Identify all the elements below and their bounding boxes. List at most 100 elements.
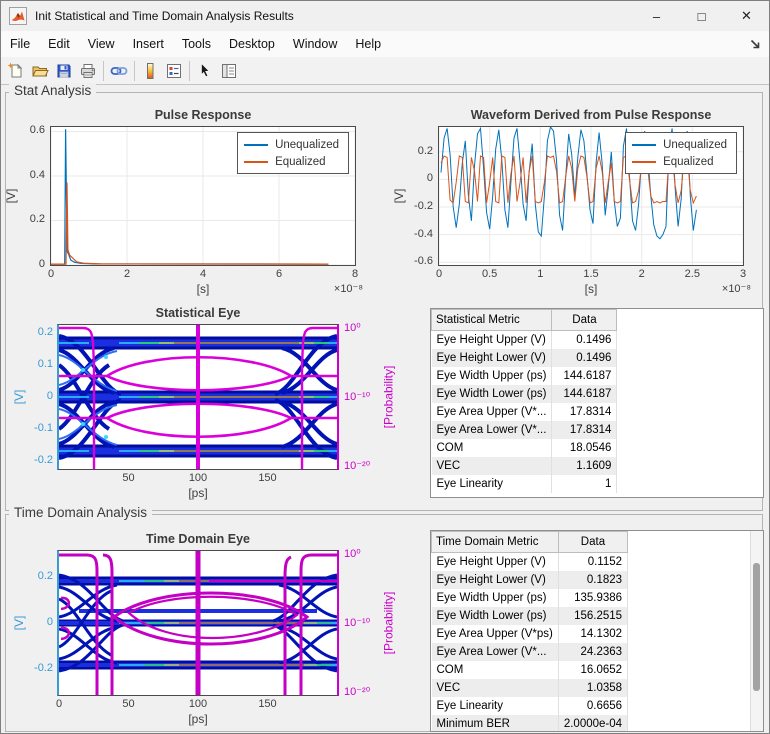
x-tick-label: 150	[246, 472, 290, 484]
y-tick-label: -0.2	[19, 454, 53, 466]
y-tick-label: 0	[11, 258, 45, 270]
x-axis-label: [s]	[439, 282, 743, 296]
stat-metrics-table[interactable]: Statistical Metric Data Eye Height Upper…	[430, 308, 764, 498]
y-tick-label: 0.1	[19, 358, 53, 370]
table-row: Eye Height Upper (V)0.1152	[432, 553, 628, 572]
menu-file[interactable]: File	[1, 37, 39, 51]
y-tick-label: 0.4	[11, 169, 45, 181]
x-tick-label: 4	[181, 268, 225, 280]
x-tick-label: 150	[246, 698, 290, 710]
open-folder-icon[interactable]	[28, 59, 52, 83]
y-tick-label: 0.2	[11, 213, 45, 225]
pulse_response-legend[interactable]: Unequalized Equalized	[237, 132, 349, 174]
save-icon[interactable]	[52, 59, 76, 83]
link-plot-icon[interactable]	[107, 59, 131, 83]
table-row: VEC1.0358	[432, 679, 628, 697]
new-document-icon[interactable]	[4, 59, 28, 83]
title-bar: Init Statistical and Time Domain Analysi…	[1, 1, 769, 31]
probability-tick-label: 10⁻¹⁰	[344, 616, 388, 629]
maximize-button[interactable]: □	[679, 1, 724, 31]
x-tick-label: 0.5	[468, 268, 512, 280]
pulse-response-plot: Pulse Response [V] [s] ×10⁻⁸ Unequalized…	[50, 126, 356, 266]
table-row: Eye Height Lower (V)0.1823	[432, 571, 628, 589]
print-icon[interactable]	[76, 59, 100, 83]
menu-window[interactable]: Window	[284, 37, 346, 51]
dock-figure-icon[interactable]	[747, 36, 763, 52]
matlab-logo-icon	[9, 7, 27, 25]
close-button[interactable]: ✕	[724, 1, 769, 31]
menu-insert[interactable]: Insert	[124, 37, 173, 51]
probability-tick-label: 10⁻²⁰	[344, 459, 388, 472]
legend-entry-label: Equalized	[275, 156, 326, 168]
x-tick-label: 2.5	[670, 268, 714, 280]
menu-edit[interactable]: Edit	[39, 37, 79, 51]
y-tick-label: -0.2	[19, 662, 53, 674]
statistical-eye-heatmap	[59, 325, 337, 469]
x-tick-label: 6	[257, 268, 301, 280]
table-row: Eye Linearity0.6656	[432, 697, 628, 715]
y-tick-label: -0.2	[399, 200, 433, 212]
menu-bar: File Edit View Insert Tools Desktop Wind…	[1, 31, 769, 57]
probability-tick-label: 10⁻¹⁰	[344, 390, 388, 403]
table-row: Eye Area Lower (V*...24.2363	[432, 643, 628, 661]
table-row: Eye Height Lower (V)0.1496	[432, 349, 617, 367]
menu-help[interactable]: Help	[346, 37, 390, 51]
x-tick-label: 0	[37, 698, 81, 710]
table-row: VEC1.1609	[432, 457, 617, 475]
column-header-data: Data	[558, 532, 627, 553]
legend-entry-label: Equalized	[663, 156, 714, 168]
figure-canvas: Stat Analysis Pulse Response [V] [s] ×10…	[1, 85, 769, 733]
x-tick-label: 2	[620, 268, 664, 280]
legend-line-swatch	[244, 161, 268, 163]
plot-title: Statistical Eye	[39, 306, 357, 320]
x-tick-label: 50	[107, 472, 151, 484]
table-row: Eye Height Upper (V)0.1496	[432, 331, 617, 350]
x-axis-label: [s]	[51, 282, 355, 296]
edit-plot-arrow-icon[interactable]	[193, 59, 217, 83]
property-inspector-icon[interactable]	[217, 59, 241, 83]
y-tick-label: 0.6	[11, 124, 45, 136]
colorbar-icon[interactable]	[138, 59, 162, 83]
time-metrics-table[interactable]: Time Domain Metric Data Eye Height Upper…	[430, 530, 764, 732]
x-tick-label: 100	[176, 472, 220, 484]
time-domain-panel: Time Domain Analysis Time Domain Eye [V]…	[5, 514, 763, 732]
toolbar-separator	[134, 61, 135, 81]
toolbar-separator	[189, 61, 190, 81]
legend-entry-label: Unequalized	[275, 139, 339, 151]
window-title: Init Statistical and Time Domain Analysi…	[35, 9, 294, 23]
table-header-row: Statistical Metric Data	[432, 310, 617, 331]
waveform-plot: Waveform Derived from Pulse Response [V]…	[438, 126, 744, 266]
column-header-data: Data	[552, 310, 617, 331]
plot-title: Time Domain Eye	[39, 532, 357, 546]
x-tick-label: 1.5	[569, 268, 613, 280]
time-domain-eye-heatmap	[59, 551, 337, 695]
x-axis-label: [ps]	[59, 486, 337, 500]
legend-icon[interactable]	[162, 59, 186, 83]
table-row: Eye Width Lower (ps)156.2515	[432, 607, 628, 625]
x-tick-label: 0	[417, 268, 461, 280]
table-row: Eye Area Upper (V*ps)14.1302	[432, 625, 628, 643]
table-row: COM16.0652	[432, 661, 628, 679]
table-row: COM18.0546	[432, 439, 617, 457]
menu-desktop[interactable]: Desktop	[220, 37, 284, 51]
y-tick-label: -0.1	[19, 422, 53, 434]
y-tick-label: -0.6	[399, 255, 433, 267]
time-panel-label: Time Domain Analysis	[9, 505, 152, 520]
plot-title: Pulse Response	[31, 108, 375, 122]
menu-tools[interactable]: Tools	[173, 37, 220, 51]
probability-tick-label: 10⁻²⁰	[344, 685, 388, 698]
scrollbar-thumb[interactable]	[753, 563, 760, 691]
table-scrollbar[interactable]	[750, 531, 763, 731]
x-tick-label: 8	[333, 268, 377, 280]
table-row: Eye Area Upper (V*...17.8314	[432, 403, 617, 421]
statistical-eye-plot: Statistical Eye [V] [Probability] [ps]	[57, 324, 339, 470]
waveform-legend[interactable]: UnequalizedEqualized	[625, 132, 737, 174]
x-tick-label: 3	[721, 268, 765, 280]
toolbar-separator	[103, 61, 104, 81]
table-row: Eye Linearity1	[432, 475, 617, 493]
menu-view[interactable]: View	[79, 37, 124, 51]
probability-tick-label: 10⁰	[344, 321, 388, 334]
legend-line-swatch	[632, 144, 656, 146]
minimize-button[interactable]: –	[634, 1, 679, 31]
figure-toolbar	[1, 57, 769, 85]
